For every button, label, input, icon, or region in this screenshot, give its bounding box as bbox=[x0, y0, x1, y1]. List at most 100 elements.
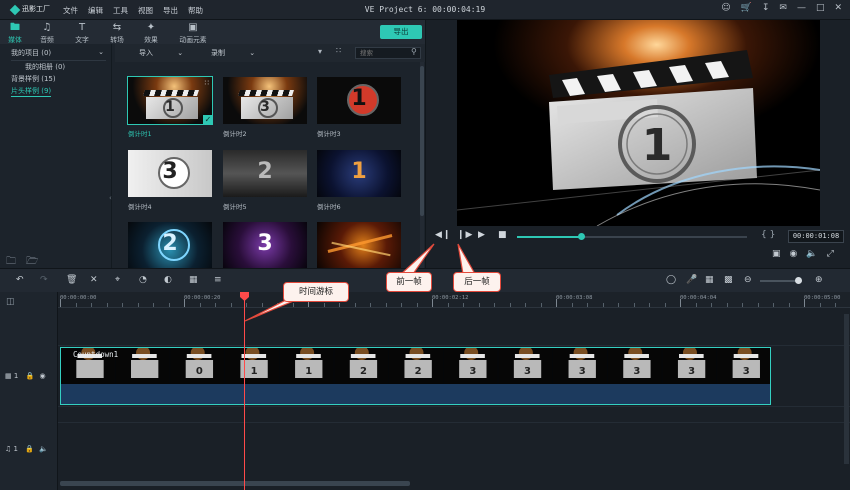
message-icon[interactable]: ✉ bbox=[779, 3, 787, 13]
playback-progress-bar[interactable] bbox=[517, 233, 747, 240]
menu-help[interactable]: 帮助 bbox=[188, 5, 203, 16]
playback-progress-handle[interactable] bbox=[578, 233, 586, 240]
voiceover-icon[interactable]: ▦ bbox=[705, 275, 714, 285]
media-grid: 1 ∷ 倒计时1 ✓ 3 倒计时2 1 倒计时3 3 倒计时4 2 倒计时5 1 倒计时6 2 3 bbox=[115, 62, 418, 268]
export-button[interactable]: 导出 bbox=[380, 25, 422, 39]
lock-icon[interactable]: 🔒 bbox=[26, 372, 35, 380]
media-thumbnail[interactable]: 1 ∷ bbox=[127, 76, 213, 125]
music-note-icon: ♫ bbox=[42, 22, 52, 33]
display-icon[interactable]: ▣ bbox=[772, 249, 781, 259]
playhead[interactable] bbox=[244, 292, 245, 490]
lock-icon[interactable]: 🔒 bbox=[25, 445, 34, 453]
menu-file[interactable]: 文件 bbox=[63, 5, 78, 16]
grid-view-icon[interactable]: ∷ bbox=[336, 46, 341, 55]
ruler-tick bbox=[370, 303, 371, 307]
collapse-arrow-icon[interactable]: ‹ bbox=[109, 194, 112, 202]
filter-icon[interactable]: ▾ bbox=[318, 47, 322, 56]
tab-effects[interactable]: ✦ 效果 bbox=[136, 22, 166, 44]
media-thumbnail[interactable]: 1 bbox=[317, 150, 401, 197]
ruler-tick bbox=[695, 303, 697, 307]
stop-button[interactable]: ■ bbox=[498, 230, 507, 240]
svg-text:1: 1 bbox=[642, 120, 673, 171]
eye-icon[interactable]: ◉ bbox=[40, 372, 46, 380]
zoom-slider-handle[interactable] bbox=[794, 277, 802, 284]
volume-icon[interactable]: 🔈 bbox=[806, 249, 817, 259]
sidebar-item-intros[interactable]: 片头样例 (9) bbox=[11, 86, 52, 97]
media-thumbnail[interactable]: 2 bbox=[128, 222, 212, 268]
delete-icon[interactable]: 🗑 bbox=[66, 275, 77, 285]
minimize-icon[interactable]: — bbox=[797, 3, 806, 13]
sidebar-item-backgrounds[interactable]: 背景样例 (15) bbox=[11, 74, 56, 84]
ruler-tick bbox=[494, 303, 495, 307]
motion-tracking-icon[interactable]: ▦ bbox=[189, 275, 198, 285]
menu-tools[interactable]: 工具 bbox=[113, 5, 128, 16]
cart-icon[interactable]: 🛒 bbox=[741, 3, 752, 13]
tab-elements[interactable]: ▣ 动画元素 bbox=[176, 22, 210, 44]
tab-media-label: 媒体 bbox=[8, 36, 22, 44]
ruler-time-label: 00:00:03:08 bbox=[556, 295, 593, 301]
tab-transition[interactable]: ⇆ 转场 bbox=[102, 22, 132, 44]
sidebar-item-my-album[interactable]: 我的相册 (0) bbox=[25, 62, 65, 72]
tab-media[interactable]: 🖿 媒体 bbox=[0, 22, 30, 44]
window-controls: ☺ 🛒 ↧ ✉ — □ ✕ bbox=[721, 3, 842, 13]
record-dropdown[interactable]: 录制 ⌄ bbox=[211, 48, 255, 58]
crop-icon[interactable]: ⌖ bbox=[115, 275, 120, 285]
import-dropdown[interactable]: 导入 ⌄ bbox=[139, 48, 183, 58]
maximize-icon[interactable]: □ bbox=[816, 3, 825, 13]
camera-icon[interactable]: ◉ bbox=[790, 249, 798, 259]
clip-frame: 1 bbox=[225, 348, 279, 384]
close-icon[interactable]: ✕ bbox=[834, 3, 842, 13]
redo-icon[interactable]: ↷ bbox=[40, 275, 48, 285]
timeline-horizontal-scrollbar[interactable] bbox=[60, 481, 410, 486]
speed-icon[interactable]: ◔ bbox=[139, 275, 147, 285]
add-track-icon[interactable]: ◫ bbox=[6, 297, 15, 307]
clip-frame-digit: 2 bbox=[415, 366, 422, 377]
download-icon[interactable]: ↧ bbox=[762, 3, 770, 13]
microphone-icon[interactable]: 🎤 bbox=[686, 275, 697, 285]
media-thumbnail[interactable]: 3 bbox=[223, 222, 307, 268]
account-icon[interactable]: ☺ bbox=[721, 3, 730, 13]
timeline-vertical-scrollbar[interactable] bbox=[844, 314, 849, 464]
media-thumbnail[interactable]: 3 bbox=[223, 77, 307, 124]
ruler-tick bbox=[122, 303, 123, 307]
search-icon[interactable]: ⚲ bbox=[411, 47, 417, 56]
media-thumbnail[interactable]: 3 bbox=[128, 150, 212, 197]
fullscreen-icon[interactable]: ⤢ bbox=[827, 249, 834, 259]
zoom-slider[interactable] bbox=[760, 277, 802, 284]
ruler-tick bbox=[571, 303, 573, 307]
media-thumbnail-label: 倒计时6 bbox=[317, 203, 341, 211]
video-clip[interactable]: 0 1 1 2 2 3 3 3 3 3 3 Countdown1 bbox=[60, 347, 771, 405]
menu-export[interactable]: 导出 bbox=[163, 5, 178, 16]
timeline-ruler[interactable]: 00:00:00:0000:00:00:2000:00:01:1600:00:0… bbox=[58, 292, 850, 308]
menu-edit[interactable]: 编辑 bbox=[88, 5, 103, 16]
next-frame-button[interactable]: ❙ ▶ bbox=[457, 230, 472, 240]
cut-icon[interactable]: ✕ bbox=[90, 275, 98, 285]
mark-in-out-icon[interactable]: { } bbox=[761, 230, 775, 240]
speaker-icon[interactable]: 🔈 bbox=[39, 445, 48, 453]
media-thumbnail[interactable]: 1 bbox=[317, 77, 401, 124]
media-scrollbar-thumb[interactable] bbox=[420, 66, 424, 216]
tab-text[interactable]: T 文字 bbox=[67, 22, 97, 44]
app-logo: 迅影工厂 bbox=[9, 3, 52, 17]
zoom-out-icon[interactable]: ⊖ bbox=[744, 275, 752, 285]
menu-view[interactable]: 视图 bbox=[138, 5, 153, 16]
media-thumbnail-label: 倒计时3 bbox=[317, 130, 341, 138]
sidebar-item-my-projects[interactable]: 我的项目 (0) ⌄ bbox=[11, 48, 106, 61]
subtitle-icon[interactable]: ▩ bbox=[724, 275, 733, 285]
media-thumbnail[interactable]: 2 bbox=[223, 150, 307, 197]
audio-mix-icon[interactable]: ≡ bbox=[214, 275, 222, 285]
color-icon[interactable]: ◐ bbox=[164, 275, 172, 285]
chevron-down-icon[interactable]: ⌄ bbox=[98, 48, 104, 56]
ruler-tick bbox=[680, 299, 681, 307]
audio-track[interactable] bbox=[58, 422, 850, 478]
tab-audio[interactable]: ♫ 音频 bbox=[32, 22, 62, 44]
play-button[interactable]: ▶ bbox=[478, 230, 485, 240]
media-thumbnail[interactable] bbox=[317, 222, 401, 268]
marker-icon[interactable]: ◯ bbox=[666, 275, 676, 285]
undo-icon[interactable]: ↶ bbox=[16, 275, 24, 285]
prev-frame-button[interactable]: ◀ ❙ bbox=[435, 230, 450, 240]
media-scrollbar[interactable] bbox=[420, 62, 424, 268]
library-sidebar: 我的项目 (0) ⌄ 我的相册 (0) 背景样例 (15) 片头样例 (9) ‹… bbox=[0, 44, 112, 268]
zoom-in-icon[interactable]: ⊕ bbox=[815, 275, 823, 285]
thumbnail-digit: 1 bbox=[165, 99, 175, 115]
